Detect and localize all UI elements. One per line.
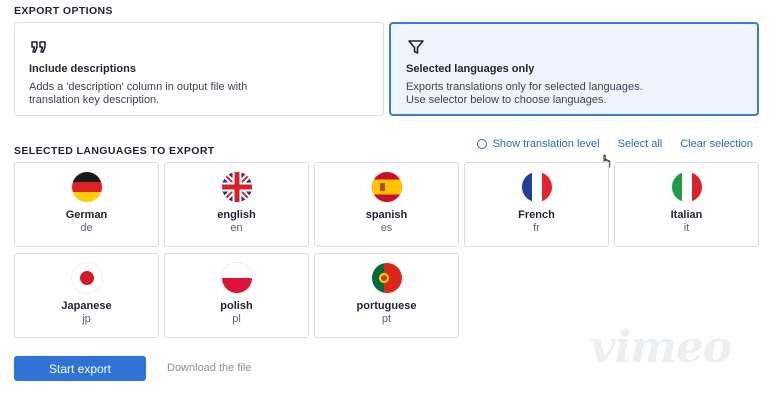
flag-france-icon <box>521 172 552 202</box>
flag-poland-icon <box>221 263 252 293</box>
flag-portugal-icon <box>371 263 402 293</box>
language-card-fr[interactable]: French fr <box>464 162 609 247</box>
clear-selection-link[interactable]: Clear selection <box>680 138 753 150</box>
vimeo-watermark: vimeo <box>590 322 732 373</box>
language-card-jp[interactable]: Japanese jp <box>14 253 159 338</box>
selected-languages-only-title: Selected languages only <box>406 63 535 75</box>
language-code: jp <box>82 313 91 325</box>
language-card-en[interactable]: english en <box>164 162 309 247</box>
flag-germany-icon <box>71 172 102 202</box>
language-name: polish <box>220 300 253 312</box>
include-descriptions-title: Include descriptions <box>29 63 136 75</box>
show-translation-level-toggle[interactable]: Show translation level <box>476 138 600 150</box>
language-name: spanish <box>365 209 408 221</box>
selected-languages-title: SELECTED LANGUAGES TO EXPORT <box>14 145 215 157</box>
language-card-pl[interactable]: polish pl <box>164 253 309 338</box>
language-name: French <box>518 209 555 221</box>
language-card-es[interactable]: spanish es <box>314 162 459 247</box>
flag-spain-icon <box>371 172 402 202</box>
language-card-pt[interactable]: portuguese pt <box>314 253 459 338</box>
flag-japan-icon <box>71 263 102 293</box>
language-name: Italian <box>670 209 703 221</box>
show-translation-level-label: Show translation level <box>492 138 600 150</box>
language-code: es <box>380 222 393 234</box>
selected-languages-only-description: Exports translations only for selected l… <box>406 81 643 106</box>
include-descriptions-description: Adds a 'description' column in output fi… <box>29 81 248 106</box>
language-card-it[interactable]: Italian it <box>614 162 759 247</box>
selected-languages-only-option[interactable]: Selected languages only Exports translat… <box>389 22 759 116</box>
flag-uk-icon <box>221 172 252 202</box>
language-code: it <box>683 222 690 234</box>
language-code: pt <box>381 313 392 325</box>
radio-circle-icon <box>476 139 487 149</box>
start-export-button[interactable]: Start export <box>14 356 146 381</box>
language-code: de <box>80 222 93 234</box>
language-code: en <box>230 222 243 234</box>
language-code: pl <box>232 313 241 325</box>
include-descriptions-option[interactable]: Include descriptions Adds a 'description… <box>14 22 384 116</box>
flag-italy-icon <box>671 172 702 202</box>
language-name: portuguese <box>356 300 417 312</box>
language-actions: Show translation level Select all Clear … <box>476 138 753 150</box>
language-name: english <box>217 209 256 221</box>
language-name: Japanese <box>61 300 112 312</box>
language-card-de[interactable]: German de <box>14 162 159 247</box>
quote-icon <box>31 41 46 53</box>
language-code: fr <box>533 222 540 234</box>
filter-icon <box>408 40 424 54</box>
select-all-link[interactable]: Select all <box>618 138 663 150</box>
download-file-link[interactable]: Download the file <box>167 362 251 374</box>
language-name: German <box>65 209 108 221</box>
export-options-title: EXPORT OPTIONS <box>14 5 113 17</box>
